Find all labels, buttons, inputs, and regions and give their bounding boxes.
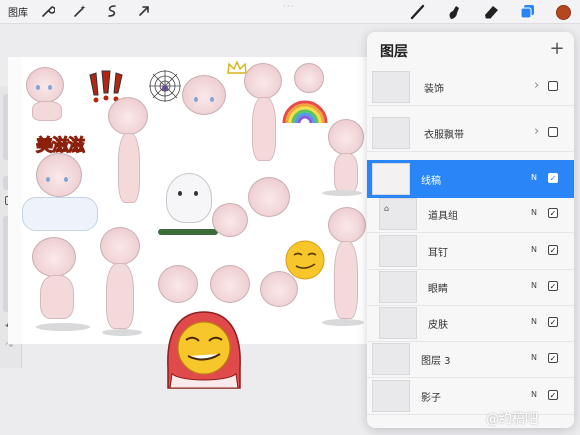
layers-panel: 图层 + 装饰 › 衣服飘带 › 线稿 N ✓ ⌂ 道具组 N ✓ 耳钉 N ✓… <box>367 32 574 428</box>
shadow <box>322 190 362 196</box>
layer-name: 装饰 <box>424 84 444 95</box>
layer-thumbnail <box>372 380 410 412</box>
character-head <box>108 97 148 135</box>
layer-thumbnail <box>372 71 410 103</box>
canvas-edge <box>8 57 22 344</box>
blanket-emoji <box>167 311 241 389</box>
layer-thumbnail <box>372 343 410 375</box>
layer-row-skin[interactable]: 皮肤 N ✓ <box>367 304 574 342</box>
brush-icon[interactable] <box>408 3 428 21</box>
layer-row-ribbons[interactable]: 衣服飘带 › <box>367 114 574 152</box>
layer-visibility-checkbox[interactable]: ✓ <box>548 208 558 218</box>
layers-panel-title: 图层 <box>380 44 408 60</box>
magic-wand-icon[interactable] <box>72 4 88 20</box>
layer-visibility-checkbox[interactable]: ✓ <box>548 173 558 183</box>
drawing-canvas[interactable]: 美滋滋 <box>22 57 367 344</box>
layer-thumbnail <box>372 163 410 195</box>
blend-mode-label[interactable]: N <box>531 317 537 326</box>
chevron-right-icon[interactable]: › <box>534 78 539 93</box>
blend-mode-label[interactable]: N <box>531 245 537 254</box>
character-body <box>334 153 358 193</box>
layer-visibility-checkbox[interactable]: ✓ <box>548 317 558 327</box>
layer-thumbnail <box>379 271 417 303</box>
character-head <box>248 177 290 217</box>
layer-name: 道具组 <box>428 211 458 222</box>
layers-icon[interactable] <box>518 3 538 21</box>
character-body <box>118 133 140 203</box>
color-picker-swatch[interactable] <box>556 5 571 20</box>
character-head <box>36 153 82 197</box>
blend-mode-label[interactable]: N <box>531 353 537 362</box>
layer-row-lineart[interactable]: 线稿 N ✓ <box>367 160 574 198</box>
layer-name: 耳钉 <box>428 248 448 259</box>
character-head <box>26 67 64 103</box>
gallery-button[interactable]: 图库 <box>8 4 28 19</box>
dots-handle[interactable]: ··· <box>283 2 295 12</box>
layer-visibility-checkbox[interactable]: ✓ <box>548 353 558 363</box>
character-head <box>100 227 140 265</box>
rainbow-icon <box>282 100 328 123</box>
grass-strip <box>158 229 218 235</box>
layer-name: 衣服飘带 <box>424 130 464 141</box>
layer-visibility-checkbox[interactable] <box>548 127 558 137</box>
character-head <box>182 75 226 115</box>
layer-visibility-checkbox[interactable]: ✓ <box>548 390 558 400</box>
shadow <box>36 323 90 331</box>
spiderweb-icon <box>149 70 181 102</box>
layer-row-decorations[interactable]: 装饰 › <box>367 68 574 106</box>
layer-name: 眼睛 <box>428 284 448 295</box>
layer-visibility-checkbox[interactable]: ✓ <box>548 281 558 291</box>
layer-visibility-checkbox[interactable] <box>548 81 558 91</box>
character-body <box>32 101 62 121</box>
wrench-icon[interactable] <box>40 4 56 20</box>
blend-mode-label[interactable]: N <box>531 390 537 399</box>
layer-row-earrings[interactable]: 耳钉 N ✓ <box>367 232 574 270</box>
character-head <box>210 265 250 303</box>
selection-icon[interactable] <box>104 4 120 20</box>
character-head <box>212 203 248 237</box>
layer-name: 影子 <box>421 393 441 404</box>
layer-row-shadow[interactable]: 影子 N ✓ <box>367 377 574 415</box>
layer-thumbnail <box>379 235 417 267</box>
layer-row-eyes[interactable]: 眼睛 N ✓ <box>367 268 574 306</box>
character-head <box>32 237 76 277</box>
character-body <box>40 275 74 319</box>
layer-thumbnail: ⌂ <box>379 198 417 230</box>
blend-mode-label[interactable]: N <box>531 208 537 217</box>
layer-row-layer3[interactable]: 图层 3 N ✓ <box>367 340 574 378</box>
top-toolbar: 图库 ··· <box>0 0 580 24</box>
smudge-icon[interactable] <box>444 3 464 21</box>
watermark-text: @约稿吧 <box>486 412 539 427</box>
character-body <box>106 263 134 329</box>
layer-row-props[interactable]: ⌂ 道具组 N ✓ <box>367 195 574 233</box>
character-head <box>158 265 198 303</box>
layer-thumbnail <box>379 307 417 339</box>
layer-visibility-checkbox[interactable]: ✓ <box>548 245 558 255</box>
eraser-icon[interactable] <box>481 3 501 21</box>
shadow <box>102 329 142 336</box>
chevron-right-icon[interactable]: › <box>534 124 539 139</box>
character-head <box>294 63 324 93</box>
props-thumb-icon: ⌂ <box>384 204 390 213</box>
character-body <box>252 97 276 161</box>
layer-thumbnail <box>372 117 410 149</box>
bubble-bath <box>22 197 98 231</box>
layer-name: 线稿 <box>421 176 441 187</box>
layer-name: 图层 3 <box>421 356 451 367</box>
add-layer-button[interactable]: + <box>547 38 567 59</box>
ghost-character <box>166 173 212 223</box>
transform-arrow-icon[interactable] <box>136 4 152 20</box>
smirk-emoji <box>285 240 325 280</box>
blend-mode-label[interactable]: N <box>531 281 537 290</box>
blend-mode-label[interactable]: N <box>531 173 537 182</box>
shadow <box>322 319 364 326</box>
character-head <box>328 119 364 155</box>
character-head <box>328 207 366 243</box>
character-head <box>244 63 282 99</box>
character-body <box>334 241 358 319</box>
layer-name: 皮肤 <box>428 320 448 331</box>
